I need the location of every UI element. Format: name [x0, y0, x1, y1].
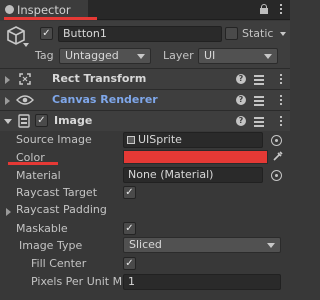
gameobject-name-input[interactable]: Button1 — [58, 26, 222, 42]
help-icon[interactable]: ? — [236, 74, 246, 84]
component-image[interactable]: ✓ Image ? — [0, 110, 290, 131]
component-title: Canvas Renderer — [52, 93, 158, 106]
maskable-checkbox[interactable]: ✓ — [123, 222, 136, 235]
static-checkbox[interactable] — [225, 27, 238, 40]
tag-value: Untagged — [65, 49, 119, 62]
lock-icon[interactable] — [260, 4, 268, 14]
eyedropper-icon[interactable] — [272, 150, 284, 162]
tag-dropdown[interactable]: Untagged — [59, 48, 151, 64]
chevron-down-icon — [137, 54, 145, 59]
color-label-highlight — [8, 162, 58, 165]
layer-dropdown[interactable]: UI — [198, 48, 278, 64]
component-title: Rect Transform — [52, 72, 147, 85]
pixels-per-unit-label: Pixels Per Unit Mul — [31, 275, 123, 288]
foldout-arrow-icon[interactable] — [6, 208, 11, 216]
chevron-down-icon — [267, 243, 275, 248]
presets-icon[interactable] — [254, 96, 264, 106]
pixels-per-unit-input[interactable]: 1 — [123, 274, 281, 290]
fill-center-label: Fill Center — [31, 257, 87, 270]
material-label: Material — [16, 169, 61, 182]
material-field[interactable]: None (Material) — [123, 167, 263, 183]
gameobject-active-check: ✓ — [42, 28, 51, 39]
image-enabled-check: ✓ — [37, 115, 46, 126]
image-type-dropdown[interactable]: Sliced — [123, 237, 281, 253]
window-menu-icon[interactable] — [280, 4, 283, 16]
fill-center-check: ✓ — [125, 258, 134, 269]
raycast-target-check: ✓ — [125, 187, 134, 198]
gameobject-active-checkbox[interactable]: ✓ — [40, 27, 53, 40]
gameobject-header: ✓ Button1 Static Tag Untagged Layer UI — [0, 21, 290, 68]
component-menu-icon[interactable] — [280, 116, 283, 128]
tag-label: Tag — [35, 49, 54, 62]
fill-center-checkbox[interactable]: ✓ — [123, 257, 136, 270]
presets-icon[interactable] — [254, 117, 264, 127]
image-component-icon — [18, 114, 30, 128]
foldout-arrow-icon[interactable] — [5, 76, 10, 84]
inspector-tab-icon — [5, 5, 14, 14]
maskable-check: ✓ — [125, 223, 134, 234]
object-picker-icon[interactable] — [271, 135, 282, 146]
image-properties: Source Image UISprite Color Material Non… — [0, 131, 290, 300]
raycast-target-label: Raycast Target — [16, 186, 98, 199]
image-type-label: Image Type — [19, 239, 83, 252]
sprite-icon — [127, 136, 135, 144]
raycast-padding-label[interactable]: Raycast Padding — [16, 203, 107, 216]
rect-transform-icon — [19, 73, 31, 85]
eye-icon — [16, 95, 34, 105]
tab-bar: Inspector — [0, 0, 290, 20]
component-canvas-renderer[interactable]: Canvas Renderer ? — [0, 89, 290, 110]
static-label: Static — [242, 27, 274, 40]
object-picker-icon[interactable] — [271, 170, 282, 181]
chevron-down-icon — [264, 54, 272, 59]
static-dropdown-caret[interactable] — [280, 32, 286, 36]
source-image-field[interactable]: UISprite — [123, 132, 263, 148]
help-icon[interactable]: ? — [236, 116, 246, 126]
color-swatch[interactable] — [123, 150, 268, 164]
help-icon[interactable]: ? — [236, 95, 246, 105]
image-type-value: Sliced — [129, 238, 162, 251]
prefab-dropdown-caret[interactable] — [23, 43, 29, 47]
component-menu-icon[interactable] — [280, 95, 283, 107]
source-image-label: Source Image — [16, 133, 92, 146]
source-image-value: UISprite — [138, 133, 182, 146]
foldout-arrow-icon[interactable] — [5, 97, 10, 105]
component-title: Image — [54, 114, 93, 127]
layer-label: Layer — [163, 49, 194, 62]
maskable-label: Maskable — [16, 222, 68, 235]
raycast-target-checkbox[interactable]: ✓ — [123, 186, 136, 199]
component-menu-icon[interactable] — [280, 74, 283, 86]
tab-inspector-label: Inspector — [17, 3, 71, 17]
component-rect-transform[interactable]: Rect Transform ? — [0, 68, 290, 89]
foldout-arrow-icon[interactable] — [4, 119, 12, 124]
layer-value: UI — [204, 49, 216, 62]
tab-highlight-underline — [4, 17, 97, 20]
presets-icon[interactable] — [254, 75, 264, 85]
image-enabled-checkbox[interactable]: ✓ — [35, 114, 48, 127]
